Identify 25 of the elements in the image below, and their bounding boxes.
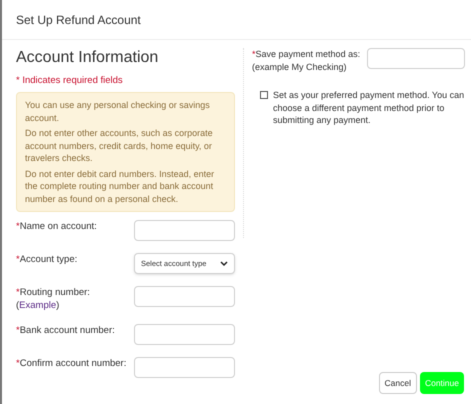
notice-text: Do not enter debit card numbers. Instead, enter the complete routing number and bank account number as found on a personal check.	[25, 168, 216, 206]
notice-text: You can use any personal checking or savings account.	[25, 99, 211, 124]
dialog-title: Set Up Refund Account	[16, 12, 141, 28]
text-field[interactable]	[134, 220, 235, 242]
notice-text: Do not enter other accounts, such as corporate account numbers, credit cards, home equity, or travelers checks.	[25, 127, 214, 165]
text-field[interactable]	[134, 324, 235, 346]
save-as-field[interactable]	[367, 48, 465, 69]
paren-text: )	[56, 299, 60, 312]
section-heading: Account Information	[16, 48, 160, 68]
preferred-label: Set as your preferred payment method. You can choose a different payment method prior to submitting any payment.	[273, 89, 465, 126]
save-as-hint: (example My Checking)	[252, 60, 347, 73]
field-label: *Routing number:	[16, 286, 90, 300]
field-label: *Bank account number:	[16, 324, 115, 338]
field-label: *Confirm account number:	[16, 357, 126, 370]
save-as-label: *Save payment method as:	[252, 48, 360, 60]
field-label: *Name on account:	[16, 220, 97, 234]
text-field[interactable]	[134, 286, 235, 308]
field-label: *Account type:	[16, 253, 78, 266]
chevron-down-icon	[220, 260, 228, 267]
example-link[interactable]: Example	[19, 299, 56, 312]
text-field[interactable]	[134, 357, 235, 378]
preferred-checkbox[interactable]	[260, 91, 268, 99]
cancel-button[interactable]: Cancel	[378, 372, 417, 394]
required-note: * Indicates required fields	[16, 74, 124, 88]
paren-text: (	[16, 299, 20, 312]
